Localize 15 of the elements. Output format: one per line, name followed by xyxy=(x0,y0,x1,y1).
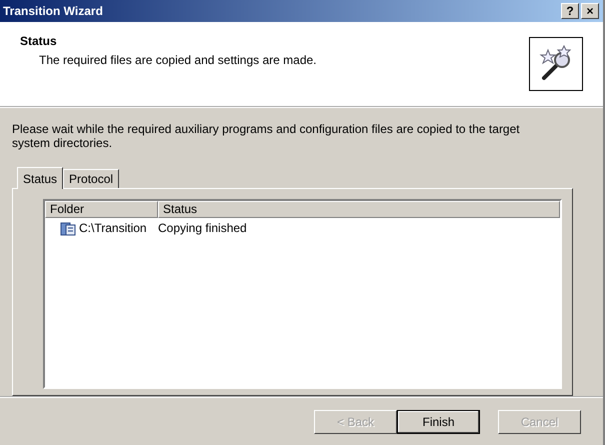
column-header[interactable]: Folder xyxy=(45,201,158,218)
close-button[interactable]: × xyxy=(581,3,599,19)
step-subtitle: The required files are copied and settings are made. xyxy=(38,53,316,67)
instruction-text: Please wait while the required auxiliary programs and configuration files are copied to the target system directories. xyxy=(12,122,521,150)
help-button[interactable]: ? xyxy=(561,3,579,19)
tab[interactable]: Protocol xyxy=(63,169,120,188)
wand-icon xyxy=(529,37,583,91)
step-title: Status xyxy=(20,34,58,48)
table-cell: Copying finished xyxy=(158,221,247,235)
folder-icon xyxy=(60,220,76,236)
window-title: Transition Wizard xyxy=(3,4,103,18)
table-cell: C:\Transition xyxy=(79,221,147,235)
wizard-button[interactable]: Finish xyxy=(397,410,480,434)
column-header[interactable]: Status xyxy=(158,201,560,218)
tab[interactable]: Status xyxy=(17,167,64,189)
